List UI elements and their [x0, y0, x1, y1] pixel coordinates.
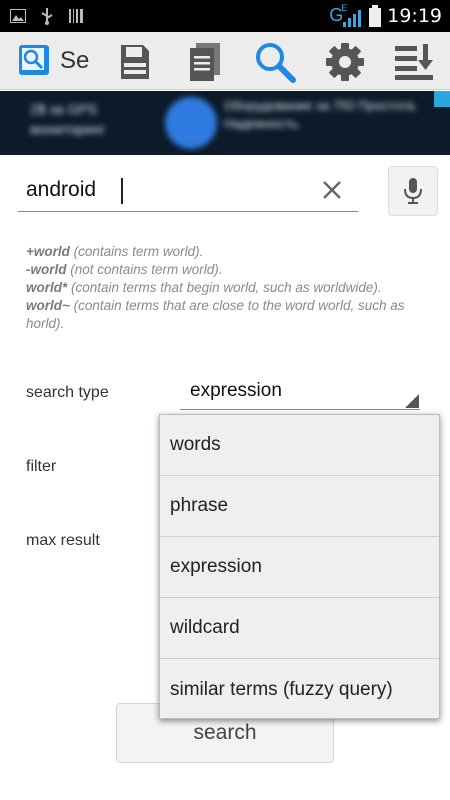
help-line: world* (contain terms that begin world, … — [26, 280, 382, 295]
search-action-button[interactable] — [253, 40, 297, 84]
filter-label: filter — [26, 458, 57, 475]
barcode-icon — [69, 9, 83, 23]
ad-choices-icon[interactable] — [434, 91, 450, 107]
dropdown-option-wildcard[interactable]: wildcard — [160, 598, 439, 659]
search-type-label: search type — [26, 384, 109, 401]
search-icon — [256, 43, 296, 83]
document-button[interactable] — [183, 40, 227, 84]
dropdown-option-expression[interactable]: expression — [160, 537, 439, 598]
status-bar: G E 19:19 — [0, 0, 450, 32]
ad-arrow-icon — [165, 97, 217, 149]
usb-icon — [41, 8, 53, 25]
max-result-label: max result — [26, 532, 100, 549]
clock: 19:19 — [387, 5, 442, 27]
signal-icon: G E — [329, 3, 363, 29]
document-icon — [190, 43, 220, 81]
search-field[interactable] — [18, 168, 358, 212]
dropdown-option-words[interactable]: words — [160, 415, 439, 476]
help-line: -world (not contains term world). — [26, 262, 223, 277]
image-notification-icon — [10, 9, 26, 23]
ad-left-text: 2$ за GPS мониторинг — [30, 101, 106, 137]
sort-button[interactable] — [392, 40, 436, 84]
settings-button[interactable] — [323, 40, 367, 84]
text-caret — [121, 178, 123, 204]
settings-icon — [326, 43, 364, 81]
action-bar: Se — [0, 32, 450, 90]
battery-icon — [369, 5, 382, 27]
search-type-spinner[interactable]: expression — [180, 376, 420, 410]
search-type-value: expression — [190, 380, 282, 401]
close-icon[interactable] — [318, 176, 346, 204]
save-button[interactable] — [113, 40, 157, 84]
ad-right-text: Оборудование за 750 Простота. Надежность… — [224, 98, 418, 131]
ad-banner[interactable]: 2$ за GPS мониторинг Оборудование за 750… — [0, 91, 450, 155]
spinner-arrow-icon — [405, 394, 419, 408]
app-logo-icon[interactable] — [18, 44, 50, 76]
help-line: +world (contains term world). — [26, 244, 204, 259]
voice-search-button[interactable] — [388, 166, 438, 216]
search-input[interactable] — [26, 176, 306, 204]
app-title: Se — [60, 47, 90, 74]
microphone-icon — [404, 178, 422, 204]
dropdown-option-phrase[interactable]: phrase — [160, 476, 439, 537]
search-type-dropdown: words phrase expression wildcard similar… — [159, 414, 440, 719]
sort-icon — [395, 44, 433, 80]
help-line: world~ (contain terms that are close to … — [26, 298, 405, 331]
search-syntax-help: +world (contains term world). -world (no… — [26, 243, 426, 333]
save-icon — [121, 45, 149, 79]
dropdown-option-fuzzy[interactable]: similar terms (fuzzy query) — [160, 659, 439, 720]
